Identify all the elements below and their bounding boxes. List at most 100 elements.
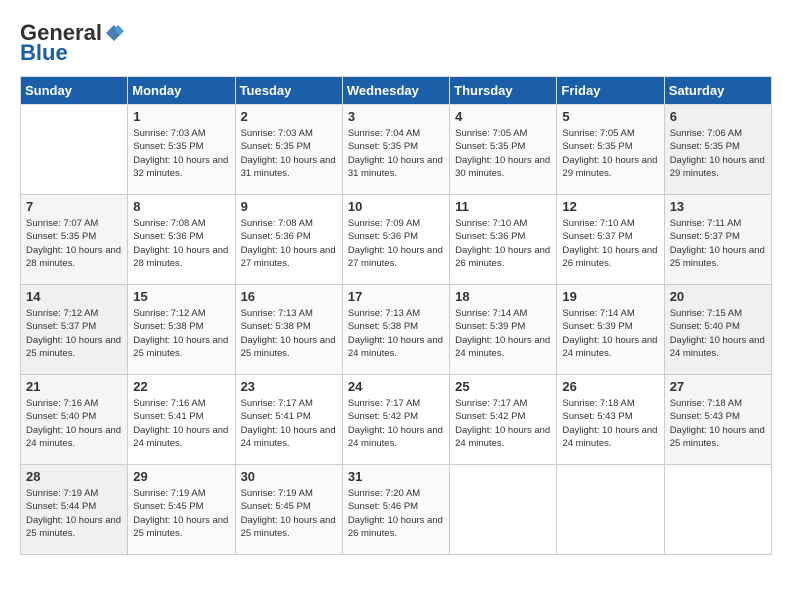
week-row-1: 1 Sunrise: 7:03 AMSunset: 5:35 PMDaylight… (21, 105, 772, 195)
day-info: Sunrise: 7:03 AMSunset: 5:35 PMDaylight:… (241, 127, 337, 180)
day-info: Sunrise: 7:17 AMSunset: 5:41 PMDaylight:… (241, 397, 337, 450)
week-row-4: 21Sunrise: 7:16 AMSunset: 5:40 PMDayligh… (21, 375, 772, 465)
calendar-cell: 6Sunrise: 7:06 AMSunset: 5:35 PMDaylight… (664, 105, 771, 195)
day-number: 14 (26, 289, 122, 304)
day-info: Sunrise: 7:14 AMSunset: 5:39 PMDaylight:… (455, 307, 551, 360)
calendar-cell: 26 Sunrise: 7:18 AMSunset: 5:43 PMDayligh… (557, 375, 664, 465)
calendar-cell: 7 Sunrise: 7:07 AMSunset: 5:35 PMDaylight… (21, 195, 128, 285)
day-info: Sunrise: 7:17 AMSunset: 5:42 PMDaylight:… (348, 397, 444, 450)
day-info: Sunrise: 7:15 AMSunset: 5:40 PMDaylight:… (670, 307, 766, 360)
day-info: Sunrise: 7:18 AMSunset: 5:43 PMDaylight:… (670, 397, 766, 450)
day-info: Sunrise: 7:20 AMSunset: 5:46 PMDaylight:… (348, 487, 444, 540)
day-info: Sunrise: 7:08 AMSunset: 5:36 PMDaylight:… (241, 217, 337, 270)
day-header-tuesday: Tuesday (235, 77, 342, 105)
day-header-saturday: Saturday (664, 77, 771, 105)
day-number: 29 (133, 469, 229, 484)
week-row-5: 28 Sunrise: 7:19 AMSunset: 5:44 PMDayligh… (21, 465, 772, 555)
week-row-2: 7 Sunrise: 7:07 AMSunset: 5:35 PMDaylight… (21, 195, 772, 285)
calendar-cell: 21Sunrise: 7:16 AMSunset: 5:40 PMDayligh… (21, 375, 128, 465)
calendar-cell: 18 Sunrise: 7:14 AMSunset: 5:39 PMDayligh… (450, 285, 557, 375)
day-number: 18 (455, 289, 551, 304)
calendar-cell: 30 Sunrise: 7:19 AMSunset: 5:45 PMDayligh… (235, 465, 342, 555)
calendar-cell: 13 Sunrise: 7:11 AMSunset: 5:37 PMDayligh… (664, 195, 771, 285)
day-number: 23 (241, 379, 337, 394)
day-number: 15 (133, 289, 229, 304)
day-number: 24 (348, 379, 444, 394)
calendar-cell: 1 Sunrise: 7:03 AMSunset: 5:35 PMDaylight… (128, 105, 235, 195)
day-info: Sunrise: 7:07 AMSunset: 5:35 PMDaylight:… (26, 217, 122, 270)
day-info: Sunrise: 7:04 AMSunset: 5:35 PMDaylight:… (348, 127, 444, 180)
day-number: 17 (348, 289, 444, 304)
day-info: Sunrise: 7:18 AMSunset: 5:43 PMDaylight:… (562, 397, 658, 450)
day-header-wednesday: Wednesday (342, 77, 449, 105)
week-row-3: 14 Sunrise: 7:12 AMSunset: 5:37 PMDayligh… (21, 285, 772, 375)
calendar-cell: 4 Sunrise: 7:05 AMSunset: 5:35 PMDaylight… (450, 105, 557, 195)
day-info: Sunrise: 7:14 AMSunset: 5:39 PMDaylight:… (562, 307, 658, 360)
calendar-cell: 2 Sunrise: 7:03 AMSunset: 5:35 PMDaylight… (235, 105, 342, 195)
calendar-cell: 10 Sunrise: 7:09 AMSunset: 5:36 PMDayligh… (342, 195, 449, 285)
day-info: Sunrise: 7:19 AMSunset: 5:45 PMDaylight:… (133, 487, 229, 540)
day-number: 13 (670, 199, 766, 214)
calendar-cell: 17 Sunrise: 7:13 AMSunset: 5:38 PMDayligh… (342, 285, 449, 375)
day-number: 20 (670, 289, 766, 304)
day-number: 1 (133, 109, 229, 124)
day-header-friday: Friday (557, 77, 664, 105)
day-info: Sunrise: 7:03 AMSunset: 5:35 PMDaylight:… (133, 127, 229, 180)
calendar-cell: 29 Sunrise: 7:19 AMSunset: 5:45 PMDayligh… (128, 465, 235, 555)
day-number: 7 (26, 199, 122, 214)
calendar-cell (21, 105, 128, 195)
calendar-cell: 9 Sunrise: 7:08 AMSunset: 5:36 PMDaylight… (235, 195, 342, 285)
day-info: Sunrise: 7:11 AMSunset: 5:37 PMDaylight:… (670, 217, 766, 270)
day-header-sunday: Sunday (21, 77, 128, 105)
day-header-thursday: Thursday (450, 77, 557, 105)
day-info: Sunrise: 7:10 AMSunset: 5:36 PMDaylight:… (455, 217, 551, 270)
day-number: 27 (670, 379, 766, 394)
day-info: Sunrise: 7:16 AMSunset: 5:40 PMDaylight:… (26, 397, 122, 450)
day-number: 6 (670, 109, 766, 124)
day-info: Sunrise: 7:09 AMSunset: 5:36 PMDaylight:… (348, 217, 444, 270)
day-info: Sunrise: 7:19 AMSunset: 5:44 PMDaylight:… (26, 487, 122, 540)
calendar-cell: 19 Sunrise: 7:14 AMSunset: 5:39 PMDayligh… (557, 285, 664, 375)
page-header: General Blue (20, 20, 772, 66)
calendar-cell: 15 Sunrise: 7:12 AMSunset: 5:38 PMDayligh… (128, 285, 235, 375)
day-number: 3 (348, 109, 444, 124)
day-number: 4 (455, 109, 551, 124)
calendar-cell (557, 465, 664, 555)
day-number: 2 (241, 109, 337, 124)
calendar-cell: 20 Sunrise: 7:15 AMSunset: 5:40 PMDayligh… (664, 285, 771, 375)
calendar-cell: 3 Sunrise: 7:04 AMSunset: 5:35 PMDaylight… (342, 105, 449, 195)
calendar-cell: 14 Sunrise: 7:12 AMSunset: 5:37 PMDayligh… (21, 285, 128, 375)
logo-blue: Blue (20, 40, 68, 66)
calendar-cell: 16Sunrise: 7:13 AMSunset: 5:38 PMDayligh… (235, 285, 342, 375)
calendar-cell: 28 Sunrise: 7:19 AMSunset: 5:44 PMDayligh… (21, 465, 128, 555)
day-info: Sunrise: 7:19 AMSunset: 5:45 PMDaylight:… (241, 487, 337, 540)
day-info: Sunrise: 7:05 AMSunset: 5:35 PMDaylight:… (562, 127, 658, 180)
calendar-cell: 27 Sunrise: 7:18 AMSunset: 5:43 PMDayligh… (664, 375, 771, 465)
calendar-cell: 24 Sunrise: 7:17 AMSunset: 5:42 PMDayligh… (342, 375, 449, 465)
day-number: 19 (562, 289, 658, 304)
day-info: Sunrise: 7:05 AMSunset: 5:35 PMDaylight:… (455, 127, 551, 180)
day-number: 26 (562, 379, 658, 394)
logo-icon (104, 23, 124, 43)
day-number: 25 (455, 379, 551, 394)
day-info: Sunrise: 7:17 AMSunset: 5:42 PMDaylight:… (455, 397, 551, 450)
day-number: 9 (241, 199, 337, 214)
day-number: 12 (562, 199, 658, 214)
calendar-cell (450, 465, 557, 555)
calendar-cell: 8Sunrise: 7:08 AMSunset: 5:36 PMDaylight… (128, 195, 235, 285)
day-info: Sunrise: 7:08 AMSunset: 5:36 PMDaylight:… (133, 217, 229, 270)
day-number: 30 (241, 469, 337, 484)
calendar-cell: 22Sunrise: 7:16 AMSunset: 5:41 PMDayligh… (128, 375, 235, 465)
day-info: Sunrise: 7:13 AMSunset: 5:38 PMDaylight:… (348, 307, 444, 360)
day-info: Sunrise: 7:12 AMSunset: 5:37 PMDaylight:… (26, 307, 122, 360)
day-number: 28 (26, 469, 122, 484)
day-number: 22 (133, 379, 229, 394)
day-number: 11 (455, 199, 551, 214)
day-header-monday: Monday (128, 77, 235, 105)
day-number: 5 (562, 109, 658, 124)
logo: General Blue (20, 20, 124, 66)
day-info: Sunrise: 7:12 AMSunset: 5:38 PMDaylight:… (133, 307, 229, 360)
day-number: 10 (348, 199, 444, 214)
calendar-table: SundayMondayTuesdayWednesdayThursdayFrid… (20, 76, 772, 555)
day-number: 31 (348, 469, 444, 484)
